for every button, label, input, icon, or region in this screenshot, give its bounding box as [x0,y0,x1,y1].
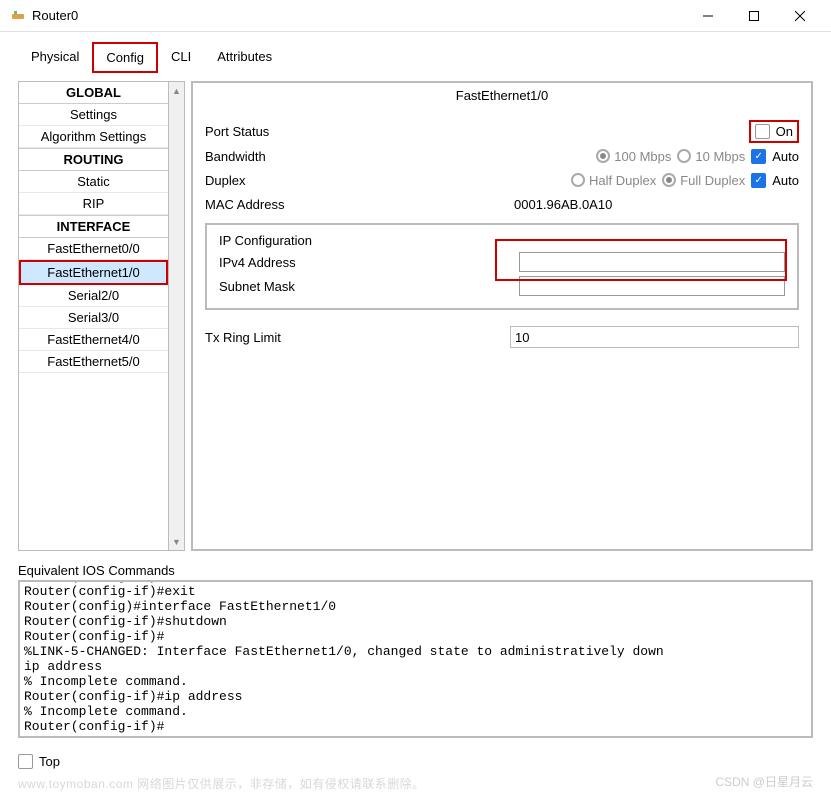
tab-attributes[interactable]: Attributes [204,42,285,73]
sidebar-header-global: GLOBAL [19,82,168,104]
duplex-auto-label: Auto [772,173,799,188]
subnet-mask-input[interactable] [519,276,785,296]
row-mac: MAC Address [205,193,799,215]
radio-100mbps[interactable]: 100 Mbps [596,149,671,164]
window-title: Router0 [32,8,685,23]
top-label: Top [39,754,60,769]
sidebar-item-fe00[interactable]: FastEthernet0/0 [19,238,168,260]
sidebar-item-fe40[interactable]: FastEthernet4/0 [19,329,168,351]
scroll-up-icon[interactable]: ▲ [169,82,184,99]
sidebar-scrollbar[interactable]: ▲ ▼ [168,81,185,551]
radio-icon [596,149,610,163]
sidebar-wrap: GLOBAL Settings Algorithm Settings ROUTI… [18,81,185,551]
watermark-left: www.toymoban.com 网络图片仅供展示，非存储，如有侵权请联系删除。 [0,775,831,796]
config-panel: FastEthernet1/0 Port Status On Bandwidth… [191,81,813,551]
bandwidth-auto-checkbox[interactable]: ✓ [751,149,766,164]
txring-label: Tx Ring Limit [205,330,335,345]
duplex-label: Duplex [205,173,335,188]
sidebar-item-settings[interactable]: Settings [19,104,168,126]
ipv4-label: IPv4 Address [219,255,339,270]
ios-title: Equivalent IOS Commands [18,563,813,578]
maximize-icon [749,11,759,21]
radio-10mbps[interactable]: 10 Mbps [677,149,745,164]
tab-cli[interactable]: CLI [158,42,204,73]
sidebar-header-routing: ROUTING [19,148,168,171]
main-area: GLOBAL Settings Algorithm Settings ROUTI… [0,73,831,559]
sidebar-header-interface: INTERFACE [19,215,168,238]
titlebar: Router0 [0,0,831,32]
ipv4-address-input[interactable] [519,252,785,272]
close-icon [795,11,805,21]
tab-physical[interactable]: Physical [18,42,92,73]
mac-label: MAC Address [205,197,335,212]
ios-section: Equivalent IOS Commands Router(config-if… [0,559,831,748]
row-port-status: Port Status On [205,120,799,143]
watermark-right: CSDN @日星月云 [715,773,813,790]
maximize-button[interactable] [731,0,777,32]
txring-input[interactable] [510,326,799,348]
row-duplex: Duplex Half Duplex Full Duplex ✓ Auto [205,169,799,191]
row-bandwidth: Bandwidth 100 Mbps 10 Mbps ✓ Auto [205,145,799,167]
ios-terminal[interactable]: Router(config-if)# Router(config-if)#exi… [18,580,813,738]
sidebar-item-fe10[interactable]: FastEthernet1/0 [19,260,168,285]
port-status-label: Port Status [205,124,335,139]
sidebar-item-static[interactable]: Static [19,171,168,193]
ip-configuration-group: IP Configuration IPv4 Address Subnet Mas… [205,223,799,310]
top-checkbox[interactable] [18,754,33,769]
scroll-down-icon[interactable]: ▼ [169,533,184,550]
sidebar-item-fe50[interactable]: FastEthernet5/0 [19,351,168,373]
tab-bar: Physical Config CLI Attributes [0,32,831,73]
minimize-icon [703,11,713,21]
row-subnet: Subnet Mask [219,276,785,296]
on-label: On [776,124,793,139]
row-ipv4: IPv4 Address [219,252,785,272]
subnet-label: Subnet Mask [219,279,339,294]
sidebar: GLOBAL Settings Algorithm Settings ROUTI… [18,81,168,551]
duplex-auto-checkbox[interactable]: ✓ [751,173,766,188]
radio-icon [677,149,691,163]
sidebar-item-rip[interactable]: RIP [19,193,168,215]
panel-title: FastEthernet1/0 [205,85,799,106]
close-button[interactable] [777,0,823,32]
sidebar-item-s30[interactable]: Serial3/0 [19,307,168,329]
tab-config[interactable]: Config [92,42,158,73]
sidebar-item-algorithm-settings[interactable]: Algorithm Settings [19,126,168,148]
app-icon [10,8,26,24]
sidebar-item-s20[interactable]: Serial2/0 [19,285,168,307]
radio-full-duplex[interactable]: Full Duplex [662,173,745,188]
radio-half-duplex[interactable]: Half Duplex [571,173,656,188]
port-status-on-box: On [749,120,799,143]
footer: Top [0,748,831,775]
port-status-checkbox[interactable] [755,124,770,139]
bandwidth-auto-label: Auto [772,149,799,164]
radio-icon [571,173,585,187]
bandwidth-label: Bandwidth [205,149,335,164]
ip-config-label: IP Configuration [219,233,785,248]
row-txring: Tx Ring Limit [205,326,799,348]
minimize-button[interactable] [685,0,731,32]
mac-address-input[interactable] [510,193,799,215]
radio-icon [662,173,676,187]
